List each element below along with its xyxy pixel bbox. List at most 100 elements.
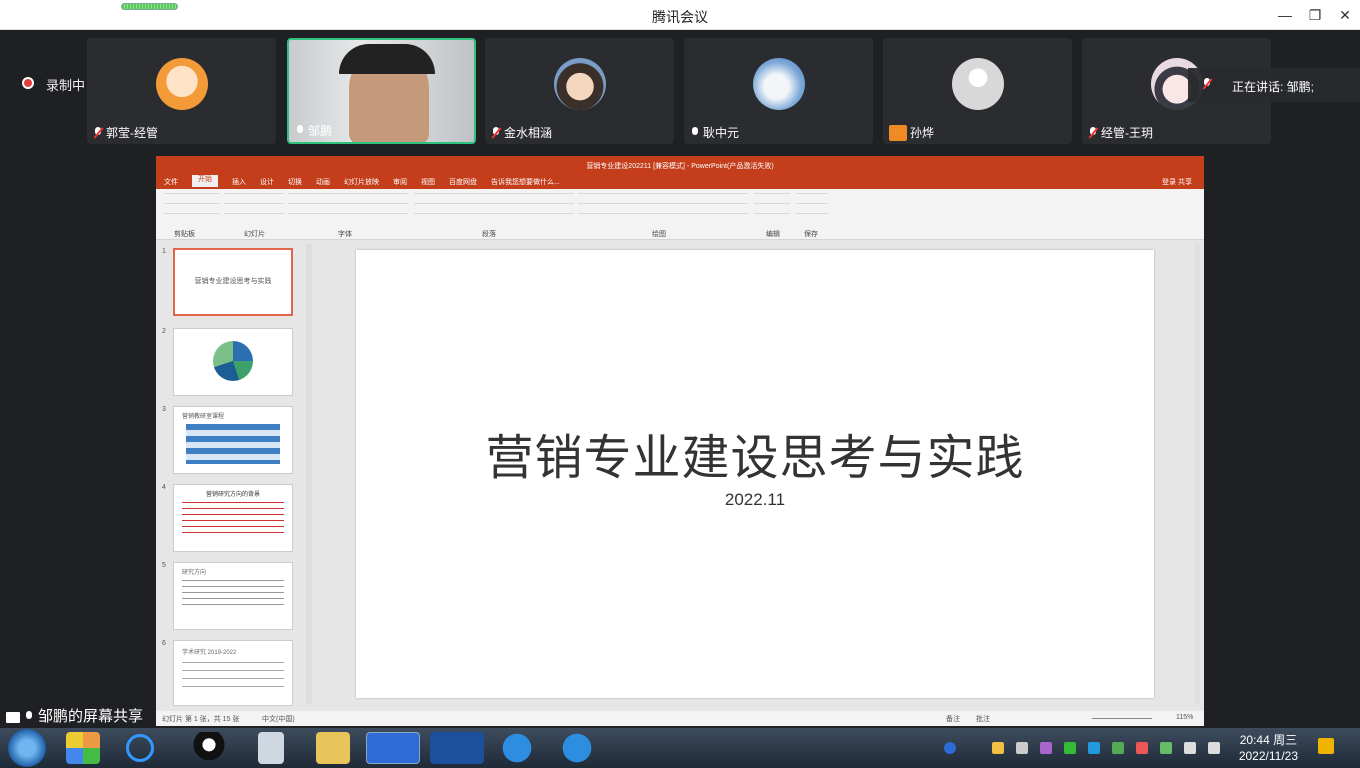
word-icon[interactable] — [430, 732, 484, 764]
calculator-icon[interactable] — [258, 732, 284, 764]
tab-home[interactable]: 开始 — [192, 175, 218, 187]
canvas-scrollbar[interactable] — [1194, 244, 1200, 704]
save-group[interactable] — [796, 193, 828, 223]
comments-button[interactable]: 批注 — [976, 714, 990, 724]
language[interactable]: 中文(中国) — [262, 714, 295, 724]
share-label: 邹鹏的屏幕共享 — [38, 708, 144, 725]
app-tray-icon[interactable] — [1160, 742, 1172, 754]
participant-tile-active[interactable]: 邹鹏 — [287, 38, 476, 144]
editing-group[interactable] — [754, 193, 790, 223]
group-label: 保存 — [804, 231, 818, 238]
participant-tile[interactable]: 郭莹-经管 — [87, 38, 276, 144]
slide-thumb[interactable]: 营销专业建设思考与实践 — [173, 248, 293, 316]
window-titlebar: 腾讯会议 — ❐ ✕ — [0, 0, 1360, 30]
avatar — [155, 58, 208, 110]
mic-icon — [24, 711, 34, 723]
notes-button[interactable]: 备注 — [946, 714, 960, 724]
slide-thumb[interactable] — [173, 328, 293, 396]
folder-tray-icon[interactable] — [992, 742, 1004, 754]
shared-powerpoint-window: 营销专业建设202211 [兼容模式] - PowerPoint(产品激活失败)… — [156, 156, 1204, 726]
slide-thumb[interactable]: 研究方向 — [173, 562, 293, 630]
slide-canvas[interactable]: 营销专业建设思考与实践 2022.11 — [356, 250, 1154, 698]
app-tray-icon[interactable] — [1064, 742, 1076, 754]
ppt-titlebar: 营销专业建设202211 [兼容模式] - PowerPoint(产品激活失败)… — [156, 156, 1204, 189]
device-icon[interactable] — [1184, 742, 1196, 754]
participant-tile[interactable]: 耿中元 — [684, 38, 873, 144]
clipboard-group[interactable] — [164, 193, 219, 223]
speaking-indicator: 正在讲话: 邹鹏; — [1188, 68, 1360, 102]
drawing-group[interactable] — [578, 193, 748, 223]
tab-file[interactable]: 文件 — [164, 177, 178, 187]
clock[interactable]: 20:44 周三 2022/11/23 — [1239, 732, 1298, 764]
security-icon[interactable] — [1112, 742, 1124, 754]
mic-icon — [690, 126, 700, 139]
slide-thumb[interactable]: 学术研究 2019-2022 — [173, 640, 293, 706]
photos-icon[interactable] — [66, 732, 100, 764]
group-label: 剪贴板 — [174, 231, 195, 238]
participant-name: 耿中元 — [703, 126, 740, 140]
tell-me-search[interactable]: 告诉我您想要做什么... — [491, 177, 560, 187]
folder-icon[interactable] — [316, 732, 350, 764]
headset-icon — [339, 44, 435, 74]
slide-thumb[interactable]: 营销研究方向的背景 — [173, 484, 293, 552]
avatar — [752, 58, 805, 110]
group-label: 编辑 — [766, 231, 780, 238]
volume-icon[interactable] — [1208, 742, 1220, 754]
participant-tile[interactable]: 金水相涵 — [485, 38, 674, 144]
sogou-icon[interactable] — [490, 732, 544, 764]
slides-group[interactable] — [224, 193, 284, 223]
thumb-scrollbar[interactable] — [306, 244, 312, 704]
thumb-title: 营销教研室课程 — [182, 414, 225, 420]
paragraph-group[interactable] — [414, 193, 574, 223]
participant-name: 经管-王玥 — [1101, 126, 1153, 140]
close-button[interactable]: ✕ — [1332, 4, 1358, 26]
app-tray-icon[interactable] — [1088, 742, 1100, 754]
ppt-statusbar: 幻灯片 第 1 张，共 15 张 中文(中国) 备注 批注 115% — [156, 711, 1204, 726]
app-tray-icon[interactable] — [1040, 742, 1052, 754]
tab-view[interactable]: 视图 — [421, 177, 435, 187]
restore-button[interactable]: ❐ — [1302, 4, 1328, 26]
thumb-title: 营销专业建设思考与实践 — [194, 278, 272, 285]
participant-name: 郭莹-经管 — [106, 126, 158, 140]
qq-icon[interactable] — [192, 732, 226, 764]
zoom-level[interactable]: 115% — [1176, 714, 1193, 721]
thumb-text — [182, 580, 284, 610]
thumb-chart — [213, 341, 253, 381]
tab-animations[interactable]: 动画 — [316, 177, 330, 187]
speaking-label: 正在讲话: 邹鹏; — [1232, 80, 1315, 94]
slide-counter: 幻灯片 第 1 张，共 15 张 — [162, 716, 240, 723]
group-label: 绘图 — [652, 231, 666, 238]
group-label: 段落 — [482, 231, 496, 238]
tencent-meeting-icon[interactable] — [366, 732, 420, 764]
start-icon[interactable] — [8, 729, 46, 767]
slide-thumb[interactable]: 营销教研室课程 — [173, 406, 293, 474]
thumb-title: 研究方向 — [182, 570, 207, 576]
tab-review[interactable]: 审阅 — [393, 177, 407, 187]
tab-design[interactable]: 设计 — [260, 177, 274, 187]
thumb-title: 学术研究 2019-2022 — [182, 650, 237, 656]
search-icon[interactable] — [126, 734, 154, 762]
signin-share[interactable]: 登录 共享 — [1162, 177, 1192, 187]
tab-insert[interactable]: 插入 — [232, 177, 246, 187]
clock-time: 20:44 周三 — [1239, 733, 1298, 747]
notification-icon[interactable] — [1318, 738, 1334, 754]
help-icon[interactable] — [944, 742, 956, 754]
participant-name: 孙烨 — [910, 126, 935, 140]
minimize-button[interactable]: — — [1272, 4, 1298, 26]
phone-icon[interactable] — [550, 732, 604, 764]
tab-transitions[interactable]: 切换 — [288, 177, 302, 187]
font-group[interactable] — [288, 193, 408, 223]
zoom-slider[interactable] — [1092, 718, 1152, 719]
slide-title[interactable]: 营销专业建设思考与实践 — [356, 418, 1154, 488]
network-icon[interactable] — [1016, 742, 1028, 754]
mic-muted-icon — [491, 126, 501, 139]
thumb-table — [186, 424, 280, 464]
participant-tile[interactable]: 孙烨 — [883, 38, 1072, 144]
participant-name: 金水相涵 — [504, 126, 553, 140]
slide-subtitle[interactable]: 2022.11 — [356, 490, 1154, 510]
participant-name: 邹鹏 — [308, 124, 333, 138]
tab-baidu[interactable]: 百度网盘 — [449, 177, 477, 187]
thumb-text — [182, 502, 284, 538]
tab-slideshow[interactable]: 幻灯片放映 — [344, 177, 379, 187]
qq-tray-icon[interactable] — [1136, 742, 1148, 754]
